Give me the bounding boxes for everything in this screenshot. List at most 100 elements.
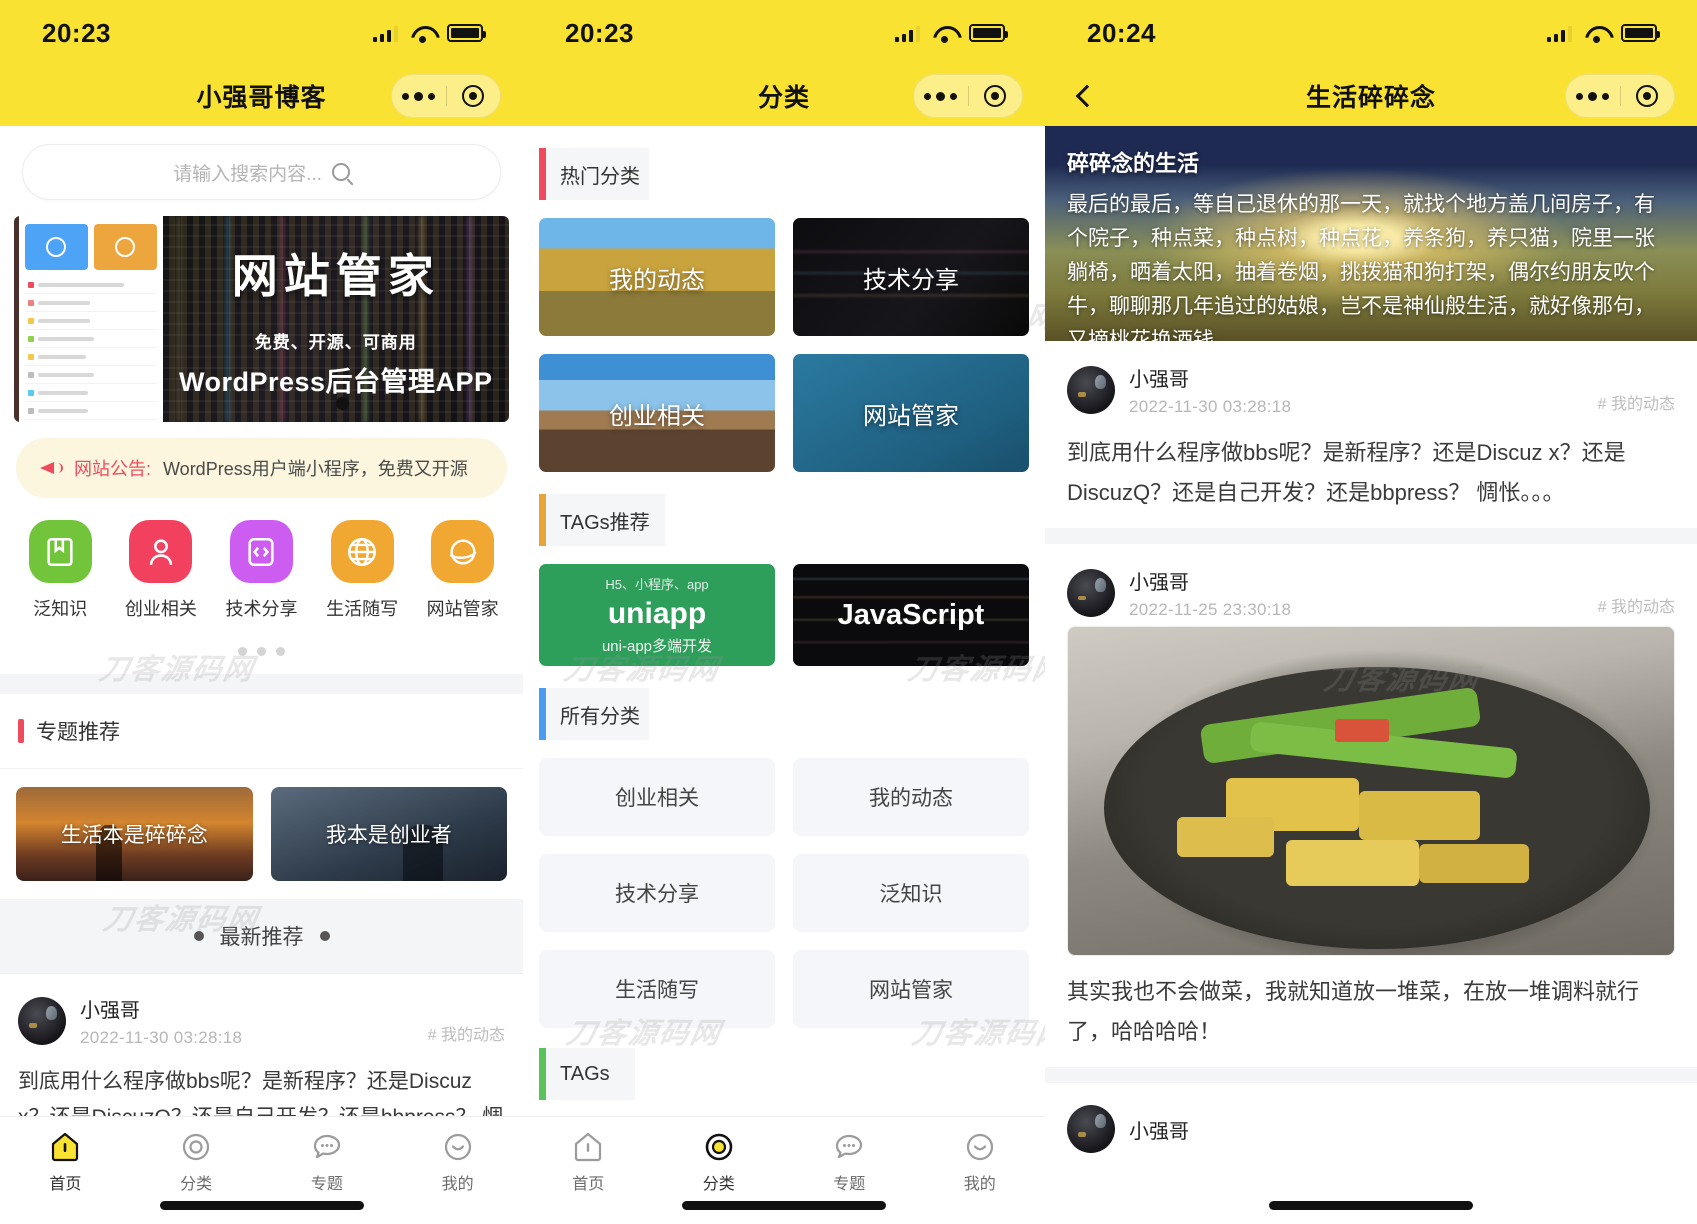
tab-topics[interactable]: 专题 (784, 1131, 915, 1194)
carousel-indicators[interactable] (0, 621, 523, 674)
post-category-tag[interactable]: # 我的动态 (428, 1021, 505, 1045)
post-item[interactable]: 小强哥 2022-11-25 23:30:18 # 我的动态 其实我也不会做菜，… (1045, 544, 1697, 1068)
banner-indicator (335, 397, 349, 410)
category-cell[interactable]: 泛知识 (793, 854, 1029, 932)
wechat-capsule[interactable] (1565, 74, 1675, 118)
category-card[interactable]: 网站管家 (793, 354, 1029, 472)
avatar[interactable] (18, 997, 66, 1045)
post-category-tag[interactable]: # 我的动态 (1598, 593, 1675, 617)
battery-icon (969, 24, 1008, 42)
more-icon[interactable] (1566, 91, 1620, 101)
search-input[interactable]: 请输入搜索内容... (22, 144, 501, 200)
user-icon (129, 520, 193, 583)
tab-home[interactable]: 首页 (523, 1131, 654, 1194)
quicknav-label: 创业相关 (124, 599, 197, 619)
avatar[interactable] (1067, 1105, 1115, 1154)
quicknav-item-jishu[interactable]: 技术分享 (211, 520, 312, 621)
banner-app-screenshot (14, 216, 163, 422)
post-body: 其实我也不会做菜，我就知道放一堆菜，在放一堆调料就行了，哈哈哈哈！ (1067, 979, 1640, 1044)
post-timestamp: 2022-11-30 03:28:18 (80, 1028, 243, 1047)
post-gap (1045, 1067, 1697, 1084)
tag-card-javascript[interactable]: JavaScript (793, 564, 1029, 666)
tab-topics[interactable]: 专题 (262, 1131, 393, 1194)
quick-nav: 泛知识 创业相关 技术分享 生活随写 网站管家 (0, 498, 523, 621)
site-announcement[interactable]: 网站公告: WordPress用户端小程序，免费又开源 (16, 438, 507, 498)
avatar[interactable] (1067, 569, 1115, 618)
life-notes-content: 碎碎念的生活 最后的最后，等自己退休的那一天，就找个地方盖几间房子，有个院子，种… (1045, 126, 1697, 1224)
close-target-icon[interactable] (969, 85, 1023, 107)
category-label: 技术分享 (863, 266, 959, 294)
screen-life-notes: 20:24 生活碎碎念 碎碎念的生活 最后的最后，等自己退休的那一天，就找个地方… (1045, 0, 1697, 1224)
section-title: 所有分类 (560, 705, 640, 728)
category-card[interactable]: 技术分享 (793, 218, 1029, 336)
banner-caption: WordPress后台管理APP (178, 366, 493, 397)
category-cell[interactable]: 生活随写 (539, 950, 775, 1028)
page-title: 分类 (757, 84, 810, 112)
more-icon[interactable] (392, 91, 446, 101)
planet-icon (431, 520, 495, 583)
hero-description: 最后的最后，等自己退休的那一天，就找个地方盖几间房子，有个院子，种点菜，种点树，… (1067, 193, 1655, 341)
banner-subtitle: 免费、开源、可商用 (254, 332, 417, 352)
more-icon[interactable] (914, 91, 968, 101)
category-card[interactable]: 创业相关 (539, 354, 775, 472)
post-header: 小强哥 (1067, 1105, 1675, 1154)
post-category-tag[interactable]: # 我的动态 (1598, 390, 1675, 414)
post-timestamp: 2022-11-30 03:28:18 (1129, 397, 1292, 416)
section-header-all: 所有分类 (539, 688, 649, 740)
close-target-icon[interactable] (447, 85, 501, 107)
topic-card[interactable]: 生活本是碎碎念 (16, 787, 253, 881)
tab-mine[interactable]: 我的 (392, 1131, 523, 1194)
quicknav-item-chuangye[interactable]: 创业相关 (111, 520, 212, 621)
tag-label: uniapp (607, 597, 707, 630)
quicknav-label: 网站管家 (426, 599, 499, 619)
signal-icon (1547, 25, 1572, 42)
potato-decor (1177, 817, 1275, 857)
post-item[interactable]: 小强哥 2022-11-30 03:28:18 # 我的动态 到底用什么程序做b… (1045, 341, 1697, 529)
quicknav-item-guanjia[interactable]: 网站管家 (412, 520, 513, 621)
home-indicator (1269, 1201, 1473, 1210)
tab-home[interactable]: 首页 (0, 1131, 131, 1194)
smiley-icon (966, 1133, 993, 1161)
topic-list: 生活本是碎碎念 我本是创业者 (0, 769, 523, 899)
wifi-icon (411, 25, 434, 43)
wechat-capsule[interactable] (391, 74, 501, 118)
category-cell[interactable]: 创业相关 (539, 758, 775, 836)
quicknav-item-shenghuo[interactable]: 生活随写 (312, 520, 413, 621)
close-target-icon[interactable] (1621, 85, 1675, 107)
hero-banner: 碎碎念的生活 最后的最后，等自己退休的那一天，就找个地方盖几间房子，有个院子，种… (1045, 126, 1697, 341)
category-cell[interactable]: 技术分享 (539, 854, 775, 932)
tab-categories[interactable]: 分类 (654, 1131, 785, 1194)
tab-label: 首页 (49, 1176, 82, 1193)
post-author: 小强哥 (1129, 369, 1189, 391)
category-cell[interactable]: 我的动态 (793, 758, 1029, 836)
status-icons (373, 24, 486, 43)
home-indicator (682, 1201, 886, 1210)
category-cell[interactable]: 网站管家 (793, 950, 1029, 1028)
status-bar: 20:23 (523, 0, 1045, 66)
chevron-left-icon[interactable] (1073, 85, 1095, 107)
tab-categories[interactable]: 分类 (131, 1131, 262, 1194)
category-card[interactable]: 我的动态 (539, 218, 775, 336)
section-gap (0, 674, 523, 694)
section-accent-bar (18, 719, 24, 743)
tab-mine[interactable]: 我的 (915, 1131, 1046, 1194)
post-image[interactable] (1067, 626, 1675, 957)
wechat-capsule[interactable] (913, 74, 1023, 118)
tag-card-uniapp[interactable]: H5、小程序、app uniapp uni-app多端开发 (539, 564, 775, 666)
banner-card-msg (93, 224, 157, 270)
megaphone-icon (40, 459, 63, 477)
tab-label: 首页 (572, 1176, 605, 1193)
home-icon (52, 1132, 79, 1162)
status-bar: 20:24 (1045, 0, 1697, 66)
globe-icon (330, 520, 394, 583)
section-accent-bar (539, 494, 546, 546)
chat-icon (313, 1134, 340, 1159)
banner-carousel[interactable]: 网站管家 免费、开源、可商用 WordPress后台管理APP (14, 216, 509, 422)
quicknav-item-fanzhishi[interactable]: 泛知识 (10, 520, 111, 621)
post-item[interactable]: 小强哥 (1045, 1083, 1697, 1154)
tag-sub-text: uni-app多端开发 (601, 638, 713, 655)
announcement-text: WordPress用户端小程序，免费又开源 (163, 459, 468, 479)
topic-card[interactable]: 我本是创业者 (270, 787, 507, 881)
avatar[interactable] (1067, 366, 1115, 414)
status-icons (1547, 24, 1660, 43)
